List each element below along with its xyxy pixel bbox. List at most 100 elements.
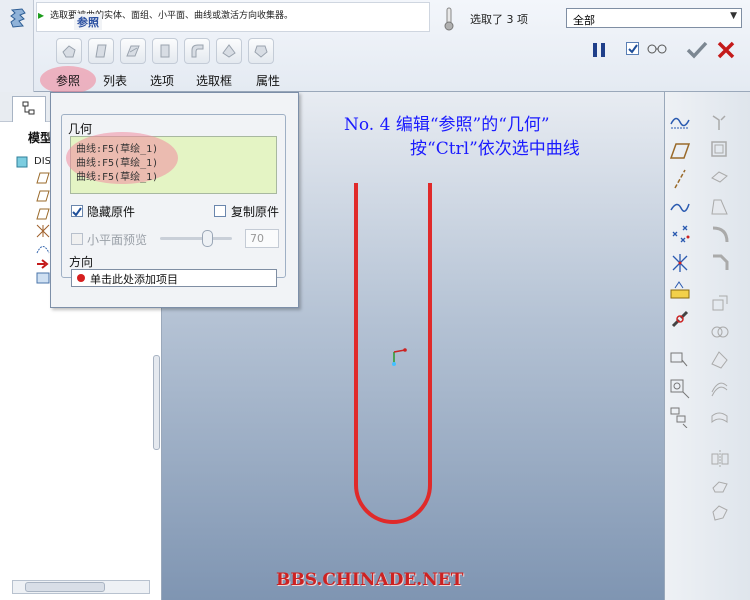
instruction-annotation: No. 4 编辑“参照”的“几何” 按“Ctrl”依次选中曲线 xyxy=(344,113,580,161)
scrollbar-thumb[interactable] xyxy=(25,582,105,592)
pause-button[interactable] xyxy=(592,42,606,58)
warp-icon xyxy=(712,505,728,521)
copy-icon xyxy=(670,352,688,367)
round-icon xyxy=(712,226,729,243)
warp-tool[interactable] xyxy=(709,502,731,524)
curve-icon xyxy=(670,117,690,129)
apply-checkmark-button[interactable] xyxy=(686,40,708,60)
direction-icon xyxy=(222,44,236,58)
chain-tool[interactable] xyxy=(669,308,691,330)
facet-slider-thumb[interactable] xyxy=(202,230,213,247)
coordinate-system-icon[interactable] xyxy=(36,224,50,238)
facet-preview-label: 小平面预览 xyxy=(87,233,148,247)
axis-icon xyxy=(674,169,686,189)
datum-plane-icon[interactable] xyxy=(36,208,50,220)
shell-tool[interactable] xyxy=(709,138,731,160)
datum-point-tool[interactable] xyxy=(669,224,691,246)
facet-preview-checkbox[interactable] xyxy=(71,233,83,245)
copy-original-checkbox[interactable] xyxy=(214,205,226,217)
sketch-feature-icon[interactable] xyxy=(36,272,50,284)
tab-options[interactable]: 选项 xyxy=(150,72,174,89)
sketch-curve-icon xyxy=(670,203,690,212)
references-group-title: 参照 xyxy=(74,14,102,30)
datum-curve-icon[interactable] xyxy=(36,242,50,254)
trim-tool[interactable] xyxy=(709,348,731,370)
rib-tool[interactable] xyxy=(709,166,731,188)
rib-icon xyxy=(711,171,728,183)
plane-direction-button[interactable] xyxy=(216,38,242,64)
tab-properties[interactable]: 属性 xyxy=(256,72,280,89)
pattern-tool[interactable] xyxy=(669,406,691,428)
facet-slider-track[interactable] xyxy=(160,237,232,240)
facet-button[interactable] xyxy=(152,38,178,64)
plane-icon xyxy=(669,143,691,159)
tree-root-label: DIS xyxy=(34,156,51,167)
selection-count: 选取了 3 项 xyxy=(470,13,528,26)
merge-tool[interactable] xyxy=(709,320,731,342)
thicken-tool[interactable] xyxy=(709,404,731,426)
annotation-line-2: 按“Ctrl”依次选中曲线 xyxy=(410,139,580,159)
datum-plane-tool[interactable] xyxy=(669,140,691,162)
point-icon xyxy=(672,225,690,243)
geometry-item[interactable]: 曲线:F5(草绘_1) xyxy=(76,140,158,155)
solidify-tool[interactable] xyxy=(709,476,731,498)
draft-icon xyxy=(711,199,728,215)
copy-tool[interactable] xyxy=(669,350,691,372)
wrap-feature-icon xyxy=(10,8,26,28)
hide-original-checkbox[interactable] xyxy=(71,205,83,217)
model-tree-title: 模型 xyxy=(28,131,53,145)
hole-tool[interactable] xyxy=(709,110,731,132)
surface-icon xyxy=(126,45,140,57)
thicken-icon xyxy=(711,412,728,424)
paste-tool[interactable] xyxy=(669,378,691,400)
required-dot-icon xyxy=(77,274,85,282)
verify-glasses-icon[interactable] xyxy=(646,43,668,55)
preview-checkbox[interactable] xyxy=(626,42,639,55)
chamfer-icon xyxy=(713,254,729,270)
analysis-tool[interactable] xyxy=(669,280,691,302)
datum-plane-icon[interactable] xyxy=(36,190,50,202)
direction-label: 方向 xyxy=(69,255,94,269)
surface-button[interactable] xyxy=(120,38,146,64)
chamfer-tool[interactable] xyxy=(709,252,731,274)
tree-horizontal-scrollbar[interactable] xyxy=(12,580,150,594)
offset-tool[interactable] xyxy=(709,376,731,398)
round-tool[interactable] xyxy=(709,224,731,246)
merge-icon xyxy=(711,326,729,338)
datum-curve-tool[interactable] xyxy=(669,110,691,132)
cancel-x-button[interactable] xyxy=(716,40,736,60)
datum-axis-tool[interactable] xyxy=(669,168,691,190)
coordinate-system-tool[interactable] xyxy=(669,252,691,274)
facet-value-input[interactable]: 70 xyxy=(245,229,279,248)
analysis-icon xyxy=(670,281,690,299)
panel-sash-handle[interactable] xyxy=(153,355,160,450)
connect-button[interactable] xyxy=(248,38,274,64)
tab-selection-box[interactable]: 选取框 xyxy=(196,72,232,89)
feature-toolbar xyxy=(664,92,750,600)
mirror-tool[interactable] xyxy=(709,448,731,470)
tab-model-tree[interactable] xyxy=(12,96,46,122)
sketched-curve-tool[interactable] xyxy=(669,196,691,218)
extend-tool[interactable] xyxy=(709,292,731,314)
solid-geometry-button[interactable] xyxy=(56,38,82,64)
draft-tool[interactable] xyxy=(709,196,731,218)
tab-references[interactable]: 参照 xyxy=(56,72,80,89)
copy-original-label: 复制原件 xyxy=(231,205,280,219)
quilt-icon xyxy=(95,44,107,58)
tree-icon xyxy=(22,101,35,115)
curve-button[interactable] xyxy=(184,38,210,64)
direction-placeholder[interactable]: 单击此处添加项目 xyxy=(90,271,178,287)
selection-filter-dropdown[interactable]: 全部 ▼ xyxy=(566,8,742,28)
quilt-button[interactable] xyxy=(88,38,114,64)
geometry-item[interactable]: 曲线:F5(草绘_1) xyxy=(76,168,158,183)
datum-plane-icon[interactable] xyxy=(36,172,50,184)
checkmark-icon xyxy=(628,44,638,54)
mirror-icon xyxy=(711,450,729,468)
csys-icon xyxy=(672,254,688,272)
geometry-item[interactable]: 曲线:F5(草绘_1) xyxy=(76,154,158,169)
offset-icon xyxy=(711,382,728,397)
insert-here-arrow-icon[interactable] xyxy=(36,258,50,270)
watermark: BBS.CHINADE.NET xyxy=(276,570,464,590)
tab-list[interactable]: 列表 xyxy=(103,72,127,89)
hole-icon xyxy=(712,115,726,130)
